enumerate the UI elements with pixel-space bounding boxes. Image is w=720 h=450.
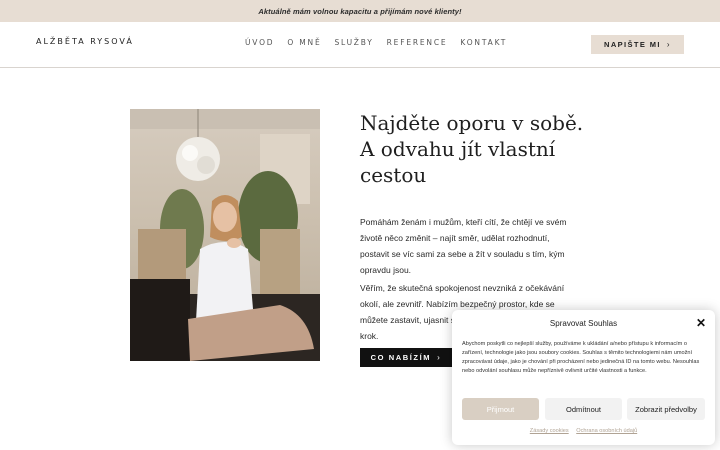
nav-item-uvod[interactable]: ÚVOD	[245, 38, 274, 47]
privacy-policy-link[interactable]: Ochrana osobních údajů	[576, 428, 637, 434]
main-nav: ÚVOD O MNĚ SLUŽBY REFERENCE KONTAKT	[245, 38, 507, 47]
cookie-dialog-title: Spravovat Souhlas	[549, 319, 618, 328]
hero-title: Najděte oporu v sobě. A odvahu jít vlast…	[360, 111, 584, 187]
site-logo[interactable]: ALŽBĚTA RYSOVÁ	[36, 37, 134, 46]
show-preferences-button[interactable]: Zobrazit předvolby	[627, 398, 705, 420]
accept-cookies-button[interactable]: Přijmout	[462, 398, 539, 420]
announcement-text: Aktuálně mám volnou kapacitu a přijímám …	[258, 6, 462, 16]
cookie-policy-link[interactable]: Zásady cookies	[530, 428, 569, 434]
nav-item-reference[interactable]: REFERENCE	[387, 38, 448, 47]
nav-item-kontakt[interactable]: KONTAKT	[460, 38, 507, 47]
what-i-offer-label: CO NABÍZÍM	[370, 353, 432, 362]
cookie-dialog-text: Abychom poskytli co nejlepší služby, pou…	[462, 341, 700, 374]
nav-item-sluzby[interactable]: SLUŽBY	[334, 38, 373, 47]
deny-cookies-button[interactable]: Odmítnout	[545, 398, 622, 420]
cookie-links: Zásady cookies Ochrana osobních údajů	[452, 428, 715, 434]
portrait-photo	[130, 109, 320, 361]
cookie-consent-dialog: Spravovat Souhlas ✕ Abychom poskytli co …	[452, 310, 715, 445]
announcement-bar: Aktuálně mám volnou kapacitu a přijímám …	[0, 0, 720, 22]
nav-item-o-mne[interactable]: O MNĚ	[287, 38, 321, 47]
site-header: ALŽBĚTA RYSOVÁ ÚVOD O MNĚ SLUŽBY REFEREN…	[0, 22, 720, 68]
portrait-illustration	[130, 109, 320, 361]
chevron-right-icon: ›	[666, 40, 671, 49]
write-me-label: NAPIŠTE MI	[604, 40, 661, 49]
what-i-offer-button[interactable]: CO NABÍZÍM ›	[360, 348, 452, 367]
chevron-right-icon: ›	[437, 353, 442, 362]
hero-paragraph-1: Pomáhám ženám i mužům, kteří cítí, že ch…	[360, 217, 567, 275]
close-icon[interactable]: ✕	[696, 317, 706, 329]
write-me-button[interactable]: NAPIŠTE MI ›	[591, 35, 684, 54]
